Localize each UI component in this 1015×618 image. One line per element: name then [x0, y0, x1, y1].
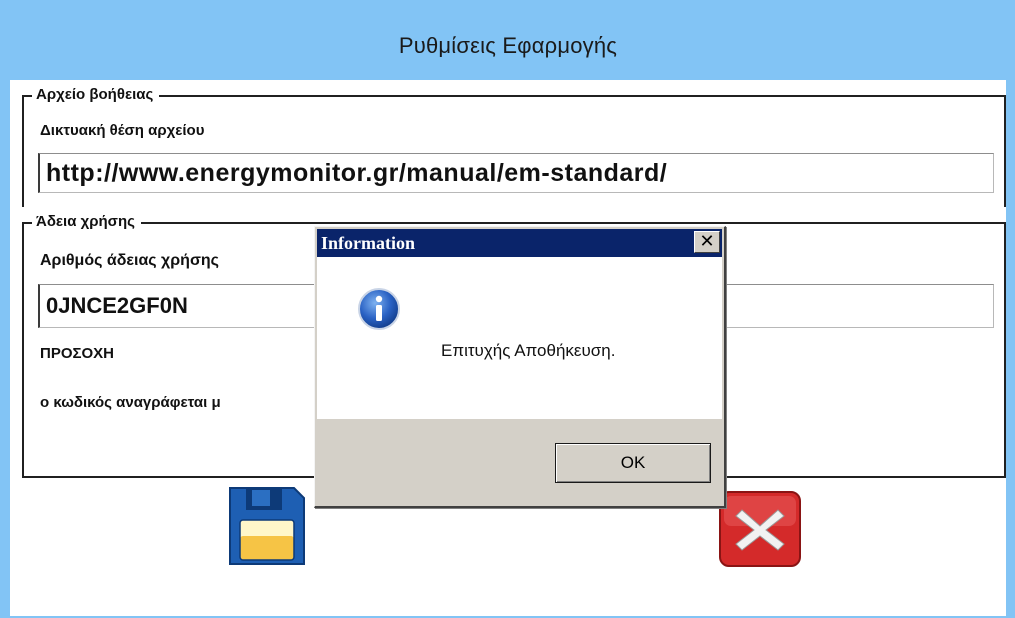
help-url-label: Δικτυακή θέση αρχείου: [40, 122, 205, 139]
dialog-close-button[interactable]: ✕: [694, 231, 720, 253]
window-title: Ρυθμίσεις Εφαρμογής: [398, 33, 618, 58]
save-button[interactable]: [224, 484, 308, 568]
dialog-title: Information: [321, 233, 415, 253]
info-icon: [357, 287, 401, 331]
dialog-body: [317, 257, 722, 419]
warning-text: ο κωδικός αναγράφεται μ: [40, 394, 221, 411]
dialog-title-bar: Information: [317, 229, 722, 257]
ok-button[interactable]: OK: [555, 443, 711, 483]
help-url-input[interactable]: http://www.energymonitor.gr/manual/em-st…: [38, 153, 994, 193]
help-file-group-legend: Αρχείο βοήθειας: [32, 86, 160, 103]
license-group-legend: Άδεια χρήσης: [32, 213, 141, 230]
warning-title: ΠΡΟΣΟΧΗ: [40, 345, 115, 362]
cancel-button[interactable]: [718, 490, 802, 568]
license-number-label: Αριθμός άδειας χρήσης: [40, 252, 219, 269]
red-x-icon: [719, 491, 801, 567]
information-dialog: Information ✕ Επιτυχής Αποθήκευση. OK: [314, 226, 726, 508]
dialog-message: Επιτυχής Αποθήκευση.: [441, 341, 616, 360]
app-window: Ρυθμίσεις Εφαρμογής Αρχείο βοήθειας Δικτ…: [0, 0, 1015, 618]
floppy-disk-icon: [229, 487, 305, 565]
